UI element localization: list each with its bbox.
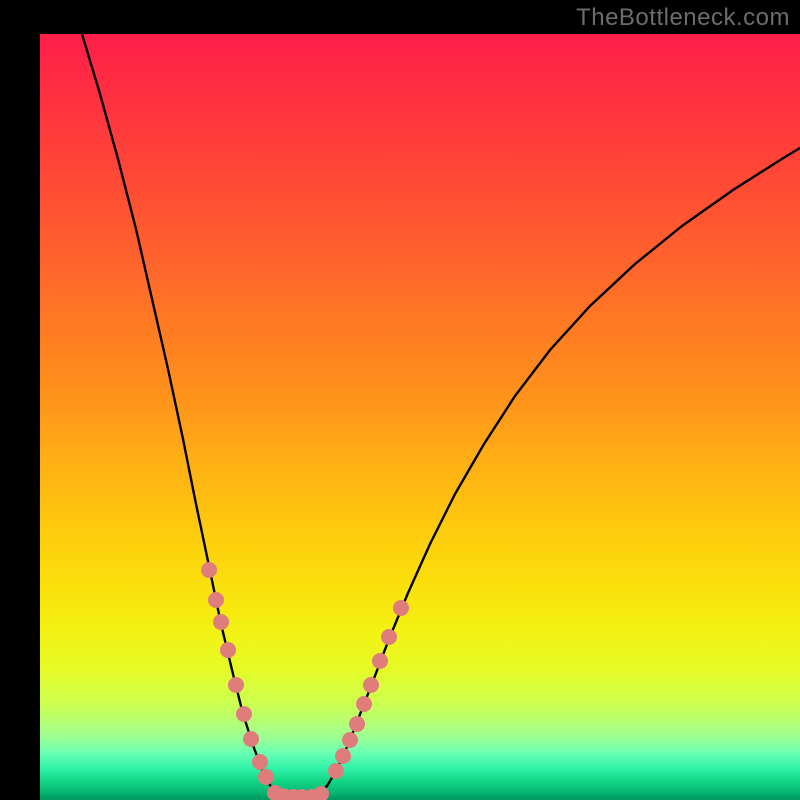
curve-marker [213,614,229,630]
watermark-text: TheBottleneck.com [576,4,790,32]
bottleneck-curve [82,34,800,797]
chart-svg [40,34,800,800]
curve-marker [393,600,409,616]
plot-area [40,34,800,800]
curve-marker [363,677,379,693]
curve-marker [328,763,344,779]
curve-marker [335,748,351,764]
curve-marker [220,642,236,658]
curve-markers [201,562,409,800]
curve-marker [342,732,358,748]
chart-frame: TheBottleneck.com [0,0,800,800]
curve-marker [381,629,397,645]
curve-marker [228,677,244,693]
curve-marker [349,716,365,732]
curve-marker [243,731,259,747]
curve-marker [258,769,274,785]
curve-marker [252,754,268,770]
curve-marker [313,786,329,800]
curve-marker [356,696,372,712]
curve-marker [236,706,252,722]
curve-marker [208,592,224,608]
curve-marker [201,562,217,578]
curve-marker [372,653,388,669]
